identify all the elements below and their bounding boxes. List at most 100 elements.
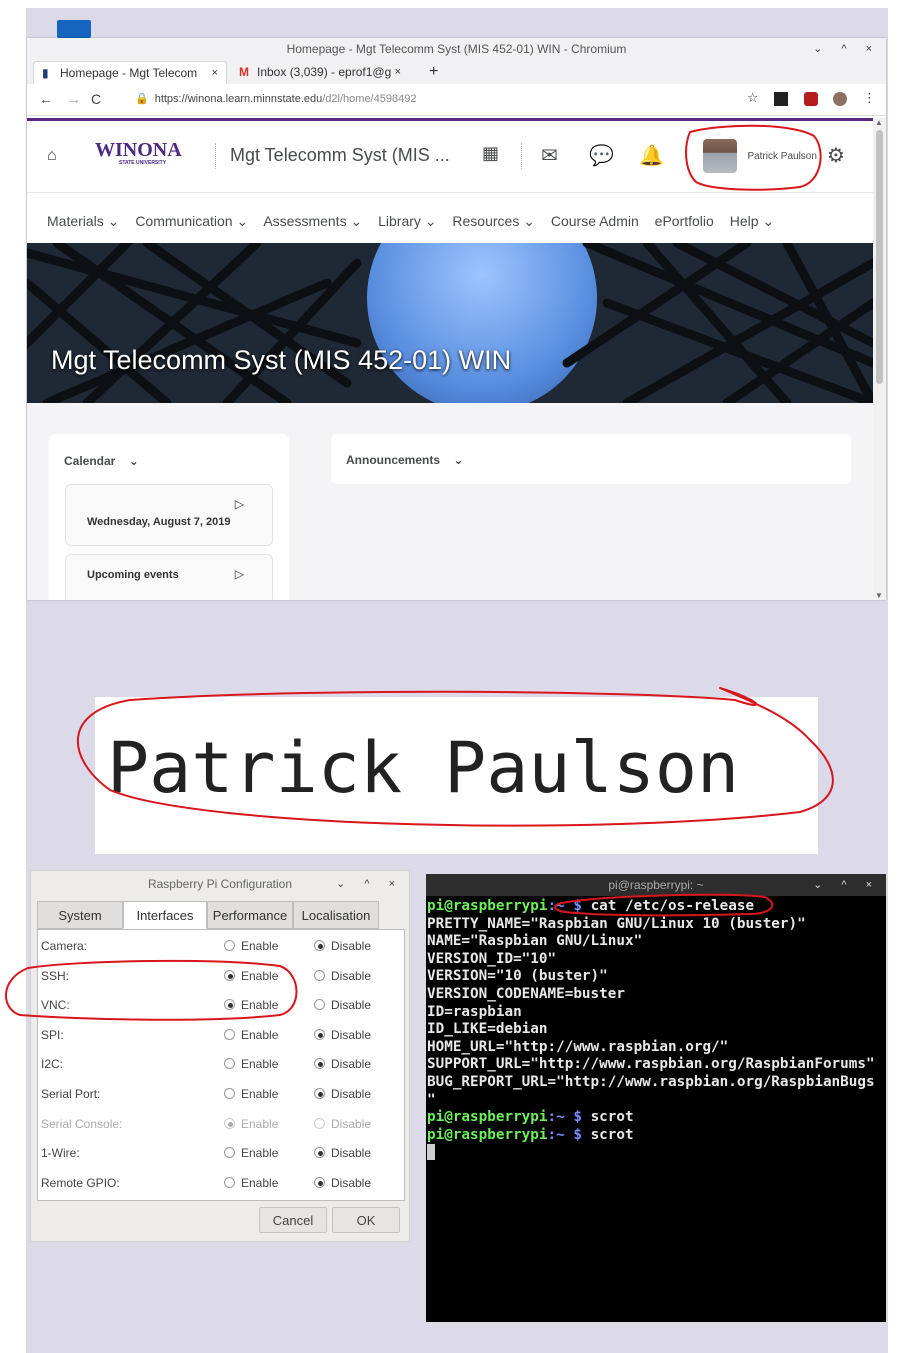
winona-logo[interactable]: WINONA STATE UNIVERSITY bbox=[95, 139, 182, 166]
prompt-user: pi@raspberrypi bbox=[427, 1126, 548, 1143]
profile-avatar-icon[interactable] bbox=[833, 91, 848, 106]
nav-materials[interactable]: Materials ⌄ bbox=[47, 213, 119, 229]
play-triangle-icon: ▷ bbox=[234, 567, 244, 581]
user-menu[interactable]: Patrick Paulson bbox=[703, 139, 817, 173]
menu-kebab-icon[interactable]: ⋮ bbox=[863, 90, 876, 105]
course-grid-icon[interactable]: ▦ bbox=[482, 143, 499, 164]
ok-button[interactable]: OK bbox=[332, 1207, 400, 1233]
nav-help[interactable]: Help ⌄ bbox=[730, 213, 774, 229]
page-scrollbar[interactable]: ▲ ▼ bbox=[873, 118, 886, 600]
disable-radio[interactable]: Disable bbox=[314, 962, 371, 991]
back-icon[interactable]: ← bbox=[39, 84, 53, 114]
ublock-icon[interactable] bbox=[803, 91, 818, 106]
settings-gear-icon[interactable]: ⚙ bbox=[827, 143, 845, 168]
upcoming-events-box[interactable]: Upcoming events ▷ bbox=[65, 554, 273, 600]
announcements-header-label: Announcements bbox=[346, 453, 441, 467]
disable-radio[interactable]: Disable bbox=[314, 1050, 371, 1079]
reload-icon[interactable]: C bbox=[91, 84, 101, 114]
nav-assessments[interactable]: Assessments ⌄ bbox=[263, 213, 362, 229]
terminal-output-line: PRETTY_NAME="Raspbian GNU/Linux 10 (bust… bbox=[427, 915, 806, 932]
logo-text: WINONA bbox=[95, 139, 182, 161]
rpi-config-titlebar: Raspberry Pi Configuration ⌄ ^ × bbox=[31, 871, 409, 897]
nav-resources[interactable]: Resources ⌄ bbox=[452, 213, 535, 229]
window-controls[interactable]: ⌄ ^ × bbox=[336, 871, 403, 897]
disable-radio[interactable]: Disable bbox=[314, 1139, 371, 1168]
interface-row: VNC: Enable Disable bbox=[38, 991, 404, 1020]
window-controls[interactable]: ⌄ ^ × bbox=[813, 874, 880, 896]
notification-bell-icon[interactable]: 🔔 bbox=[639, 143, 664, 168]
interface-row: 1-Wire: Enable Disable bbox=[38, 1139, 404, 1168]
prompt-user: pi@raspberrypi bbox=[427, 1109, 548, 1126]
tab-system[interactable]: System bbox=[37, 901, 123, 929]
calendar-header[interactable]: Calendar ⌄ bbox=[64, 454, 139, 468]
enable-radio[interactable]: Enable bbox=[224, 1139, 278, 1168]
enable-radio[interactable]: Enable bbox=[224, 1050, 278, 1079]
nav-library[interactable]: Library ⌄ bbox=[378, 213, 436, 229]
terminal-prompt-line: pi@raspberrypi:~ $ scrot bbox=[427, 1127, 886, 1145]
nav-communication[interactable]: Communication ⌄ bbox=[135, 213, 248, 229]
calendar-date-box[interactable]: ▷ Wednesday, August 7, 2019 bbox=[65, 484, 273, 546]
tab-homepage[interactable]: ▮ Homepage - Mgt Telecom × bbox=[33, 61, 227, 84]
tab-close-icon[interactable]: × bbox=[395, 61, 401, 84]
enable-radio[interactable]: Enable bbox=[224, 962, 278, 991]
enable-radio[interactable]: Enable bbox=[224, 1169, 278, 1198]
terminal-title: pi@raspberrypi: ~ bbox=[608, 878, 704, 892]
interface-label: Serial Console: bbox=[41, 1116, 123, 1131]
enable-radio[interactable]: Enable bbox=[224, 1021, 278, 1050]
tab-localisation[interactable]: Localisation bbox=[293, 901, 379, 929]
radio-button-icon bbox=[224, 1147, 235, 1159]
window-controls[interactable]: ⌄ ^ × bbox=[813, 38, 880, 60]
enable-radio[interactable]: Enable bbox=[224, 1080, 278, 1109]
scroll-down-icon[interactable]: ▼ bbox=[875, 591, 883, 600]
disable-radio-label: Disable bbox=[331, 939, 372, 953]
enable-radio-label: Enable bbox=[241, 1116, 279, 1131]
terminal-output-line: ID_LIKE=debian bbox=[427, 1021, 548, 1038]
announcements-widget: Announcements ⌄ bbox=[331, 434, 851, 484]
bookmark-star-icon[interactable]: ☆ bbox=[747, 90, 759, 105]
scrollbar-thumb[interactable] bbox=[876, 130, 883, 384]
disable-radio[interactable]: Disable bbox=[314, 932, 371, 961]
interface-row: Camera: Enable Disable bbox=[38, 932, 404, 961]
disable-radio-label: Disable bbox=[331, 1027, 372, 1042]
radio-button-icon bbox=[224, 969, 235, 981]
chat-bubble-icon[interactable]: 💬 bbox=[589, 143, 614, 168]
interface-row: SPI: Enable Disable bbox=[38, 1021, 404, 1050]
terminal-output[interactable]: pi@raspberrypi:~ $ cat /etc/os-release PR… bbox=[426, 896, 886, 1166]
disable-radio[interactable]: Disable bbox=[314, 1080, 371, 1109]
radio-button-icon bbox=[224, 1058, 235, 1070]
banner-lattice bbox=[27, 243, 873, 403]
tab-close-icon[interactable]: × bbox=[212, 62, 218, 84]
calendar-widget: Calendar ⌄ ▷ Wednesday, August 7, 2019 U… bbox=[49, 434, 289, 600]
divider bbox=[215, 143, 216, 169]
nav-course-admin[interactable]: Course Admin bbox=[551, 213, 639, 229]
url-field[interactable]: 🔒 https://winona.learn.minnstate.edu/d2l/… bbox=[135, 90, 416, 108]
taskbar-icon[interactable] bbox=[57, 20, 91, 38]
course-selector[interactable]: Mgt Telecomm Syst (MIS ... bbox=[230, 145, 450, 166]
interface-label: SSH: bbox=[41, 968, 70, 983]
nav-eportfolio[interactable]: ePortfolio bbox=[655, 213, 714, 229]
radio-button-icon bbox=[224, 1117, 235, 1129]
browser-window-title: Homepage - Mgt Telecomm Syst (MIS 452-01… bbox=[286, 42, 627, 56]
disable-radio[interactable]: Disable bbox=[314, 991, 371, 1020]
disable-radio-label: Disable bbox=[331, 968, 372, 983]
enable-radio[interactable]: Enable bbox=[224, 932, 278, 961]
d2l-header: ⌂ WINONA STATE UNIVERSITY Mgt Telecomm S… bbox=[27, 121, 873, 193]
disable-radio-label: Disable bbox=[331, 1146, 372, 1161]
scroll-up-icon[interactable]: ▲ bbox=[875, 118, 883, 127]
browser-window: Homepage - Mgt Telecomm Syst (MIS 452-01… bbox=[27, 38, 886, 600]
message-envelope-icon[interactable]: ✉ bbox=[541, 143, 558, 168]
forward-icon[interactable]: → bbox=[67, 84, 81, 114]
tab-inbox[interactable]: M Inbox (3,039) - eprof1@g × bbox=[231, 61, 409, 84]
interface-label: I2C: bbox=[41, 1057, 64, 1072]
disable-radio-label: Disable bbox=[331, 998, 372, 1013]
enable-radio[interactable]: Enable bbox=[224, 991, 278, 1020]
disable-radio[interactable]: Disable bbox=[314, 1169, 371, 1198]
tab-performance[interactable]: Performance bbox=[207, 901, 293, 929]
extension-icon[interactable] bbox=[774, 91, 789, 106]
cancel-button[interactable]: Cancel bbox=[259, 1207, 327, 1233]
announcements-header[interactable]: Announcements ⌄ bbox=[346, 453, 463, 467]
new-tab-button[interactable]: + bbox=[429, 60, 438, 84]
home-icon[interactable]: ⌂ bbox=[47, 147, 57, 165]
disable-radio[interactable]: Disable bbox=[314, 1021, 371, 1050]
tab-interfaces[interactable]: Interfaces bbox=[123, 901, 207, 929]
